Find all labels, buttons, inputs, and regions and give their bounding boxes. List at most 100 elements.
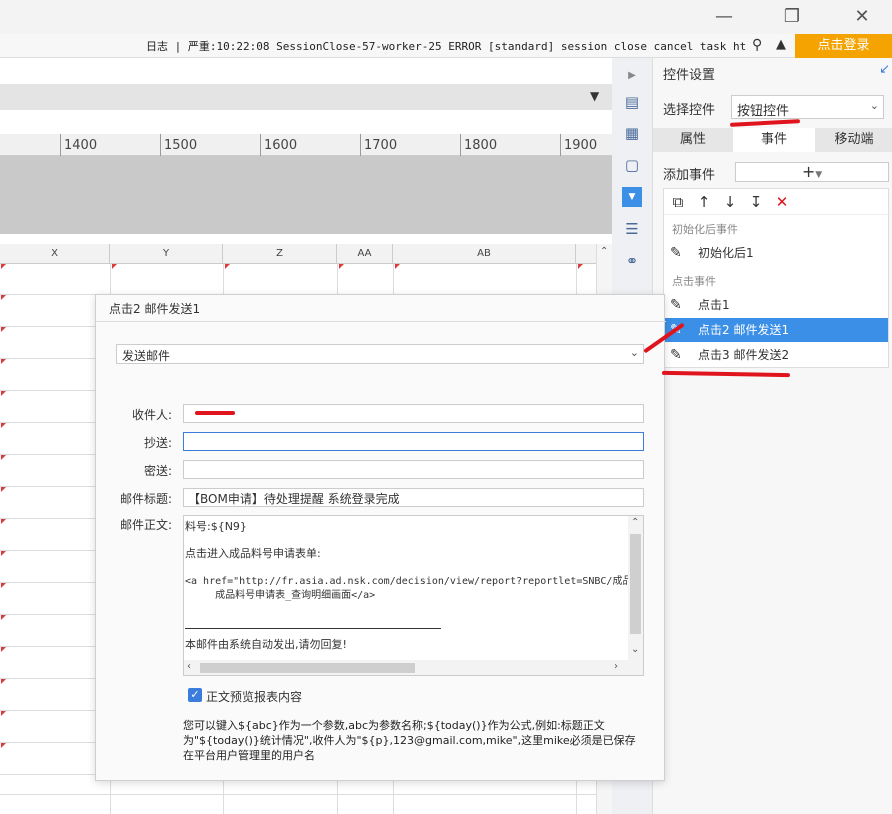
bcc-label: 密送:	[143, 464, 172, 478]
action-type-value: 发送邮件	[122, 349, 171, 363]
restore-icon[interactable]: ❐	[780, 6, 804, 28]
cc-field[interactable]	[183, 432, 644, 451]
close-icon[interactable]: ✕	[850, 6, 874, 28]
widget-settings-panel: 控件设置 ↙ 选择控件 按钮控件 ⌄ 属性 事件 移动端 添加事件 +▼ ⧉ ↑…	[652, 58, 892, 814]
chevron-down-icon: ▼	[815, 170, 823, 180]
panel-tabs: 属性 事件 移动端	[653, 128, 892, 152]
event-item-click1[interactable]: ✎ 点击1	[664, 293, 888, 317]
to-label: 收件人:	[131, 408, 172, 422]
body-line: <a href="http://fr.asia.ad.nsk.com/decis…	[185, 576, 633, 587]
ruler-label: 1900	[564, 138, 598, 153]
ruler-label: 1800	[464, 138, 498, 153]
delete-icon[interactable]: ✕	[772, 192, 792, 212]
event-label: 初始化后1	[698, 246, 754, 260]
column-y[interactable]: Y	[110, 244, 223, 264]
event-item-click2[interactable]: ✎ 点击2 邮件发送1	[664, 318, 888, 342]
chevron-down-icon: ⌄	[629, 346, 639, 359]
subject-label: 邮件标题:	[119, 492, 172, 506]
ruler-label: 1400	[64, 138, 98, 153]
action-type-select[interactable]: 发送邮件 ⌄	[116, 344, 644, 364]
edit-icon[interactable]: ✎	[670, 343, 682, 367]
event-label: 点击2 邮件发送1	[698, 323, 790, 337]
scroll-thumb[interactable]	[630, 534, 641, 634]
copy-icon[interactable]: ⧉	[668, 192, 688, 212]
link-icon[interactable]: ⚭	[622, 251, 642, 271]
event-group-click: 点击事件	[672, 275, 716, 288]
event-item-init1[interactable]: ✎ 初始化后1	[664, 241, 888, 265]
ruler-label: 1600	[264, 138, 298, 153]
email-dialog: 点击2 邮件发送1 发送邮件 ⌄ 收件人: 抄送: 密送: 邮件标题: 【BOM…	[95, 294, 666, 781]
column-x[interactable]: X	[0, 244, 110, 264]
ruler-label: 1700	[364, 138, 398, 153]
select-widget-label: 选择控件	[663, 103, 716, 118]
search-icon[interactable]: ⚲	[752, 37, 762, 53]
body-hscrollbar[interactable]: ‹ ›	[184, 660, 643, 675]
preview-checkbox[interactable]: ✓	[188, 688, 202, 702]
edit-icon[interactable]: ✎	[670, 293, 682, 317]
column-z[interactable]: Z	[223, 244, 337, 264]
collapse-arrow-icon[interactable]: ▶	[622, 66, 642, 86]
tab-events[interactable]: 事件	[733, 128, 815, 152]
column-aa[interactable]: AA	[337, 244, 393, 264]
designer-toolbar: ▼	[0, 84, 612, 110]
body-vscrollbar[interactable]: ⌃ ⌄	[628, 516, 643, 661]
widget-settings-icon[interactable]: ▼	[622, 187, 642, 207]
format-brush-icon[interactable]: ▼	[590, 89, 599, 103]
column-header: X Y Z AA AB	[0, 244, 596, 264]
scroll-up-icon[interactable]: ⌃	[600, 246, 608, 257]
ruler-label: 1500	[164, 138, 198, 153]
minimize-icon[interactable]: —	[712, 6, 736, 28]
add-event-button[interactable]: +▼	[735, 162, 889, 182]
annotation-mark	[195, 411, 235, 415]
tab-properties[interactable]: 属性	[653, 128, 733, 152]
move-up-icon[interactable]: ↑	[694, 192, 714, 212]
login-button[interactable]: 点击登录	[795, 34, 892, 58]
status-bar: 日志 | 严重:10:22:08 SessionClose-57-worker-…	[0, 34, 892, 58]
bell-icon[interactable]: ▲	[776, 37, 786, 52]
add-symbol: +	[801, 162, 816, 181]
preview-label: 正文预览报表内容	[206, 690, 303, 704]
event-list: ⧉ ↑ ↓ ↧ ✕ 初始化后事件 ✎ 初始化后1 点击事件 ✎ 点击1 ✎ 点击…	[663, 188, 890, 368]
widget-select-value: 按钮控件	[737, 104, 790, 119]
widget-select[interactable]: 按钮控件 ⌄	[731, 95, 884, 119]
column-ab[interactable]: AB	[393, 244, 576, 264]
subject-field[interactable]: 【BOM申请】待处理提醒 系统登录完成	[183, 488, 644, 507]
event-item-click3[interactable]: ✎ 点击3 邮件发送2	[664, 343, 888, 367]
scroll-thumb[interactable]	[200, 663, 415, 673]
frame-icon[interactable]: ▢	[622, 155, 642, 175]
body-line: 料号:${N9}	[185, 520, 247, 533]
body-editor[interactable]: 料号:${N9} 点击进入成品料号申请表单: <a href="http://f…	[183, 515, 644, 676]
title-bar: — ❐ ✕	[0, 0, 892, 34]
tab-mobile[interactable]: 移动端	[815, 128, 892, 152]
edit-icon[interactable]: ✎	[670, 241, 682, 265]
canvas-area	[0, 156, 612, 234]
scroll-left-icon[interactable]: ‹	[187, 661, 191, 672]
log-message[interactable]: 日志 | 严重:10:22:08 SessionClose-57-worker-…	[146, 38, 746, 54]
scroll-down-icon[interactable]: ⌄	[631, 644, 639, 655]
ruler: 1400 1500 1600 1700 1800 1900	[0, 134, 612, 156]
scroll-up-icon[interactable]: ⌃	[631, 517, 639, 528]
add-event-label: 添加事件	[663, 168, 716, 183]
event-group-init: 初始化后事件	[672, 223, 738, 236]
cell-style-icon[interactable]: ▦	[622, 123, 642, 143]
chevron-down-icon: ⌄	[869, 99, 879, 112]
scroll-right-icon[interactable]: ›	[614, 661, 618, 672]
condition-icon[interactable]: ☰	[622, 219, 642, 239]
body-line: 点击进入成品料号申请表单:	[185, 547, 321, 560]
body-label: 邮件正文:	[119, 518, 172, 532]
cell-attr-icon[interactable]: ▤	[622, 92, 642, 112]
panel-title: 控件设置	[663, 68, 716, 83]
body-line: 成品料号申请表_查询明细画面</a>	[185, 590, 376, 601]
dialog-title: 点击2 邮件发送1	[109, 302, 201, 316]
bcc-field[interactable]	[183, 460, 644, 479]
event-label: 点击3 邮件发送2	[698, 348, 790, 362]
to-field[interactable]	[183, 404, 644, 423]
move-bottom-icon[interactable]: ↧	[746, 192, 766, 212]
body-line: 本邮件由系统自动发出,请勿回复!	[185, 638, 347, 651]
help-text: 您可以键入${abc}作为一个参数,abc为参数名称;${today()}作为公…	[183, 719, 636, 762]
event-label: 点击1	[698, 298, 730, 312]
expand-icon[interactable]: ↙	[879, 62, 890, 77]
move-down-icon[interactable]: ↓	[720, 192, 740, 212]
event-toolbar: ⧉ ↑ ↓ ↧ ✕	[664, 189, 890, 215]
cc-label: 抄送:	[143, 436, 172, 450]
